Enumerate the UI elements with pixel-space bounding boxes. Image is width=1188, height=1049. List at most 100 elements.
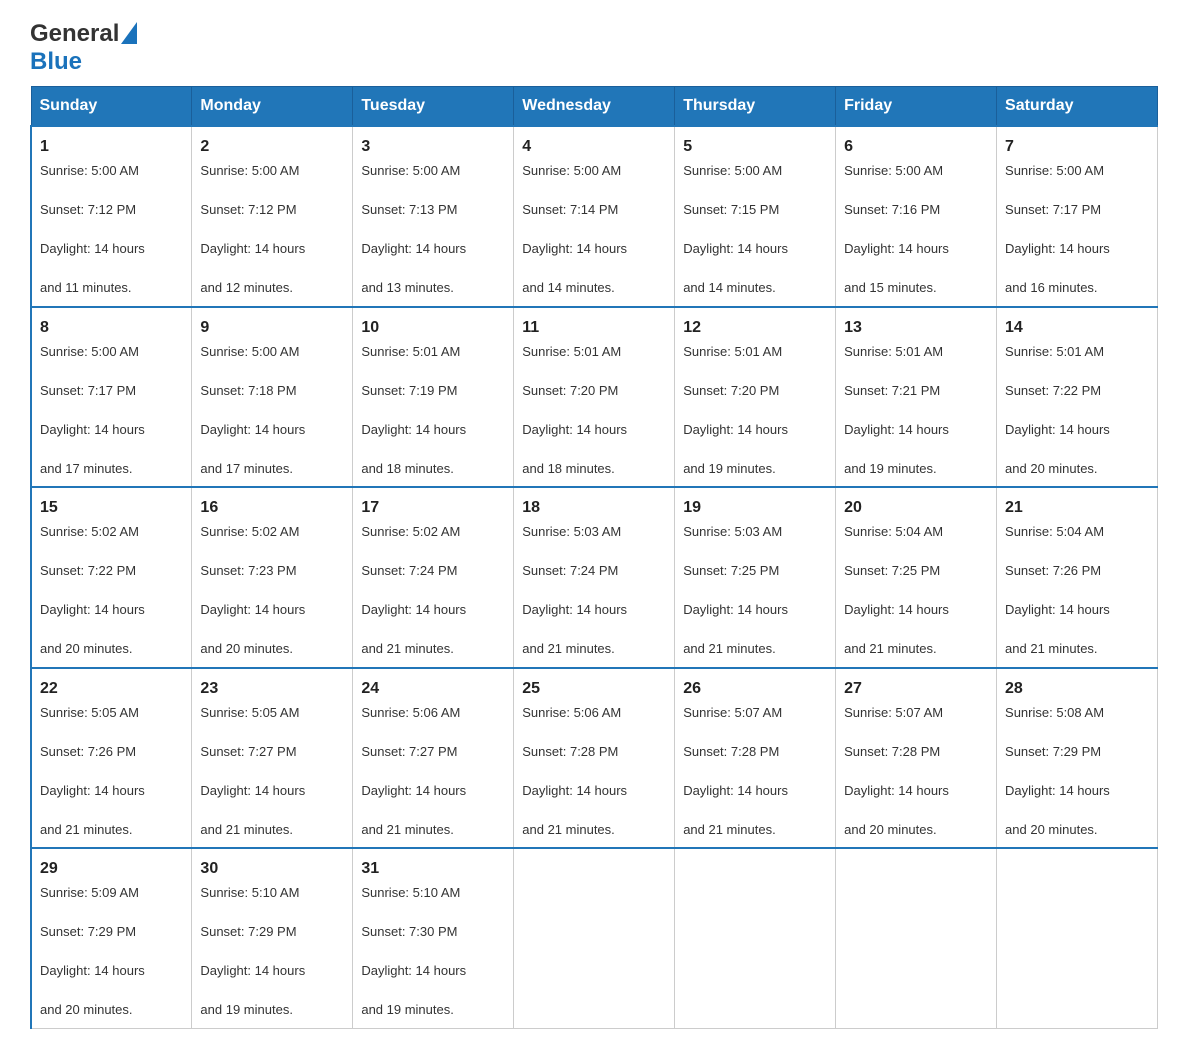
sunrise-label: Sunrise: 5:01 AM <box>1005 342 1149 362</box>
calendar-cell: 4Sunrise: 5:00 AMSunset: 7:14 PMDaylight… <box>514 126 675 307</box>
daylight-label: Daylight: 14 hours <box>361 239 505 259</box>
day-number: 6 <box>844 135 988 159</box>
day-number: 22 <box>40 677 183 701</box>
daylight-minutes: and 21 minutes. <box>1005 639 1149 659</box>
sunset-label: Sunset: 7:27 PM <box>361 742 505 762</box>
sunrise-label: Sunrise: 5:01 AM <box>844 342 988 362</box>
calendar-cell: 19Sunrise: 5:03 AMSunset: 7:25 PMDayligh… <box>675 487 836 668</box>
day-number: 11 <box>522 316 666 340</box>
daylight-minutes: and 20 minutes. <box>40 639 183 659</box>
day-number: 29 <box>40 857 183 881</box>
sunrise-label: Sunrise: 5:05 AM <box>40 703 183 723</box>
daylight-minutes: and 20 minutes. <box>1005 459 1149 479</box>
day-number: 15 <box>40 496 183 520</box>
sunset-label: Sunset: 7:24 PM <box>522 561 666 581</box>
calendar-cell: 11Sunrise: 5:01 AMSunset: 7:20 PMDayligh… <box>514 307 675 488</box>
sunrise-label: Sunrise: 5:00 AM <box>1005 161 1149 181</box>
day-number: 10 <box>361 316 505 340</box>
sunrise-label: Sunrise: 5:07 AM <box>844 703 988 723</box>
day-number: 1 <box>40 135 183 159</box>
calendar-table: SundayMondayTuesdayWednesdayThursdayFrid… <box>30 86 1158 1029</box>
daylight-minutes: and 11 minutes. <box>40 278 183 298</box>
daylight-label: Daylight: 14 hours <box>1005 600 1149 620</box>
daylight-label: Daylight: 14 hours <box>522 420 666 440</box>
sunrise-label: Sunrise: 5:00 AM <box>844 161 988 181</box>
daylight-minutes: and 19 minutes. <box>683 459 827 479</box>
daylight-label: Daylight: 14 hours <box>40 420 183 440</box>
day-number: 13 <box>844 316 988 340</box>
sunset-label: Sunset: 7:12 PM <box>200 200 344 220</box>
calendar-cell: 30Sunrise: 5:10 AMSunset: 7:29 PMDayligh… <box>192 848 353 1028</box>
calendar-cell: 24Sunrise: 5:06 AMSunset: 7:27 PMDayligh… <box>353 668 514 849</box>
day-number: 25 <box>522 677 666 701</box>
day-number: 16 <box>200 496 344 520</box>
sunrise-label: Sunrise: 5:02 AM <box>361 522 505 542</box>
sunrise-label: Sunrise: 5:00 AM <box>361 161 505 181</box>
daylight-label: Daylight: 14 hours <box>40 961 183 981</box>
calendar-cell: 8Sunrise: 5:00 AMSunset: 7:17 PMDaylight… <box>31 307 192 488</box>
calendar-cell: 28Sunrise: 5:08 AMSunset: 7:29 PMDayligh… <box>997 668 1158 849</box>
daylight-label: Daylight: 14 hours <box>522 239 666 259</box>
daylight-label: Daylight: 14 hours <box>683 239 827 259</box>
sunset-label: Sunset: 7:28 PM <box>683 742 827 762</box>
sunset-label: Sunset: 7:17 PM <box>40 381 183 401</box>
daylight-label: Daylight: 14 hours <box>40 239 183 259</box>
day-number: 12 <box>683 316 827 340</box>
sunset-label: Sunset: 7:17 PM <box>1005 200 1149 220</box>
daylight-label: Daylight: 14 hours <box>683 420 827 440</box>
calendar-cell <box>997 848 1158 1028</box>
daylight-minutes: and 17 minutes. <box>200 459 344 479</box>
day-number: 5 <box>683 135 827 159</box>
day-number: 9 <box>200 316 344 340</box>
calendar-cell: 10Sunrise: 5:01 AMSunset: 7:19 PMDayligh… <box>353 307 514 488</box>
calendar-cell: 12Sunrise: 5:01 AMSunset: 7:20 PMDayligh… <box>675 307 836 488</box>
calendar-cell: 21Sunrise: 5:04 AMSunset: 7:26 PMDayligh… <box>997 487 1158 668</box>
calendar-cell: 31Sunrise: 5:10 AM Sunset: 7:30 PM Dayligh… <box>353 848 514 1028</box>
daylight-label: Daylight: 14 hours <box>1005 239 1149 259</box>
sunrise-label: Sunrise: 5:07 AM <box>683 703 827 723</box>
daylight-label: Daylight: 14 hours <box>844 781 988 801</box>
daylight-label: Daylight: 14 hours <box>361 961 505 981</box>
sunrise-label: Sunrise: 5:02 AM <box>40 522 183 542</box>
sunrise-label: Sunrise: 5:03 AM <box>683 522 827 542</box>
day-number: 31 <box>361 857 505 881</box>
daylight-label: Daylight: 14 hours <box>844 600 988 620</box>
week-row-3: 15Sunrise: 5:02 AMSunset: 7:22 PMDayligh… <box>31 487 1158 668</box>
daylight-label: Daylight: 14 hours <box>40 781 183 801</box>
sunset-label: Sunset: 7:25 PM <box>683 561 827 581</box>
sunset-label: Sunset: 7:29 PM <box>40 922 183 942</box>
sunrise-label: Sunrise: 5:00 AM <box>683 161 827 181</box>
daylight-minutes: and 21 minutes. <box>361 820 505 840</box>
day-number: 7 <box>1005 135 1149 159</box>
sunset-label: Sunset: 7:23 PM <box>200 561 344 581</box>
daylight-minutes: and 13 minutes. <box>361 278 505 298</box>
day-number: 2 <box>200 135 344 159</box>
sunrise-label: Sunrise: 5:04 AM <box>844 522 988 542</box>
sunset-label: Sunset: 7:18 PM <box>200 381 344 401</box>
sunrise-label: Sunrise: 5:02 AM <box>200 522 344 542</box>
sunset-label: Sunset: 7:16 PM <box>844 200 988 220</box>
daylight-minutes: and 14 minutes. <box>522 278 666 298</box>
calendar-cell: 5Sunrise: 5:00 AMSunset: 7:15 PMDaylight… <box>675 126 836 307</box>
sunset-label: Sunset: 7:30 PM <box>361 922 505 942</box>
daylight-label: Daylight: 14 hours <box>683 781 827 801</box>
sunrise-label: Sunrise: 5:01 AM <box>361 342 505 362</box>
daylight-label: Daylight: 14 hours <box>40 600 183 620</box>
sunrise-label: Sunrise: 5:10 AM <box>361 883 505 903</box>
calendar-cell: 16Sunrise: 5:02 AMSunset: 7:23 PMDayligh… <box>192 487 353 668</box>
sunrise-label: Sunrise: 5:00 AM <box>522 161 666 181</box>
daylight-minutes: and 21 minutes. <box>522 820 666 840</box>
calendar-cell: 6Sunrise: 5:00 AMSunset: 7:16 PMDaylight… <box>836 126 997 307</box>
logo: General Blue <box>30 20 137 76</box>
daylight-label: Daylight: 14 hours <box>200 781 344 801</box>
calendar-cell: 1Sunrise: 5:00 AMSunset: 7:12 PMDaylight… <box>31 126 192 307</box>
sunset-label: Sunset: 7:19 PM <box>361 381 505 401</box>
sunset-label: Sunset: 7:20 PM <box>683 381 827 401</box>
daylight-minutes: and 19 minutes. <box>361 1000 505 1020</box>
calendar-cell <box>514 848 675 1028</box>
daylight-minutes: and 19 minutes. <box>844 459 988 479</box>
weekday-header-monday: Monday <box>192 87 353 127</box>
daylight-minutes: and 20 minutes. <box>1005 820 1149 840</box>
sunrise-label: Sunrise: 5:01 AM <box>522 342 666 362</box>
calendar-cell: 26Sunrise: 5:07 AMSunset: 7:28 PMDayligh… <box>675 668 836 849</box>
